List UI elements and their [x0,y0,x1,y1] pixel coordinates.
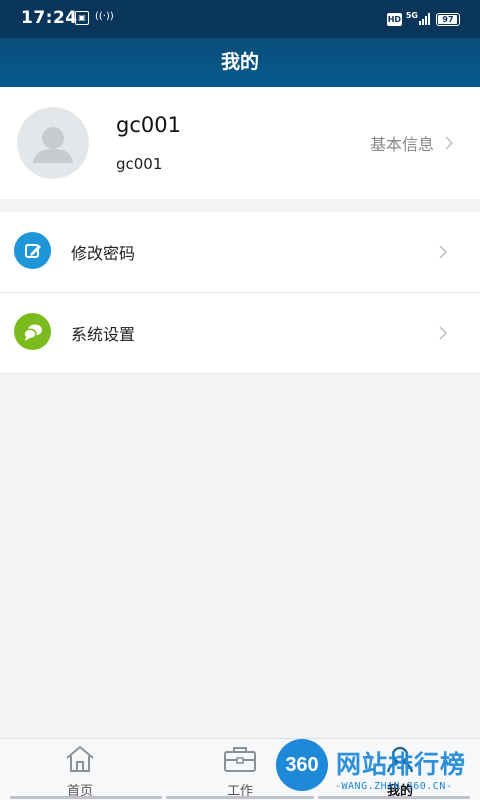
menu-item-system-settings[interactable]: 系统设置 [0,293,480,374]
network-type: 5G [405,10,418,20]
edit-password-icon [14,232,51,269]
menu-item-label: 修改密码 [71,244,136,263]
my-page-screen: 17:24 ▣ ((·)) HD 5G 97 我的 gc001 gc001 基本… [0,0,480,800]
status-indicators: HD 5G 97 [386,10,460,28]
profile-card[interactable]: gc001 gc001 基本信息 [0,87,480,199]
profile-account: gc001 [116,155,163,173]
gallery-notification-icon: ▣ [75,11,89,25]
tab-mine[interactable]: 我的 [320,739,480,800]
bottom-tab-bar: 首页 工作 我的 [0,738,480,800]
basic-info-label: 基本信息 [369,135,434,154]
chevron-right-icon [438,244,448,260]
person-icon [383,744,417,778]
status-bar: 17:24 ▣ ((·)) HD 5G 97 [0,0,480,38]
home-icon [63,744,97,778]
chevron-right-icon [438,325,448,341]
hotspot-icon: ((·)) [95,11,114,22]
hd-badge: HD [386,12,402,26]
settings-menu: 修改密码 系统设置 [0,212,480,374]
avatar[interactable] [17,107,89,179]
battery-icon: 97 [436,12,460,26]
app-header: 我的 [0,38,480,87]
tab-divider [10,796,162,799]
status-time: 17:24 [21,8,78,28]
tab-work[interactable]: 工作 [160,739,320,800]
briefcase-icon [222,744,258,778]
chevron-right-icon [444,135,454,151]
tab-divider [318,796,470,799]
battery-level: 97 [442,14,454,24]
page-title: 我的 [220,51,259,73]
menu-item-label: 系统设置 [71,325,136,344]
profile-name: gc001 [116,113,181,137]
signal-icon [419,13,431,25]
menu-item-change-password[interactable]: 修改密码 [0,212,480,293]
basic-info-link[interactable]: 基本信息 [370,131,454,155]
chat-bubbles-icon [14,313,51,350]
default-avatar-icon [33,127,73,163]
tab-divider [166,796,314,799]
tab-home[interactable]: 首页 [0,739,160,800]
